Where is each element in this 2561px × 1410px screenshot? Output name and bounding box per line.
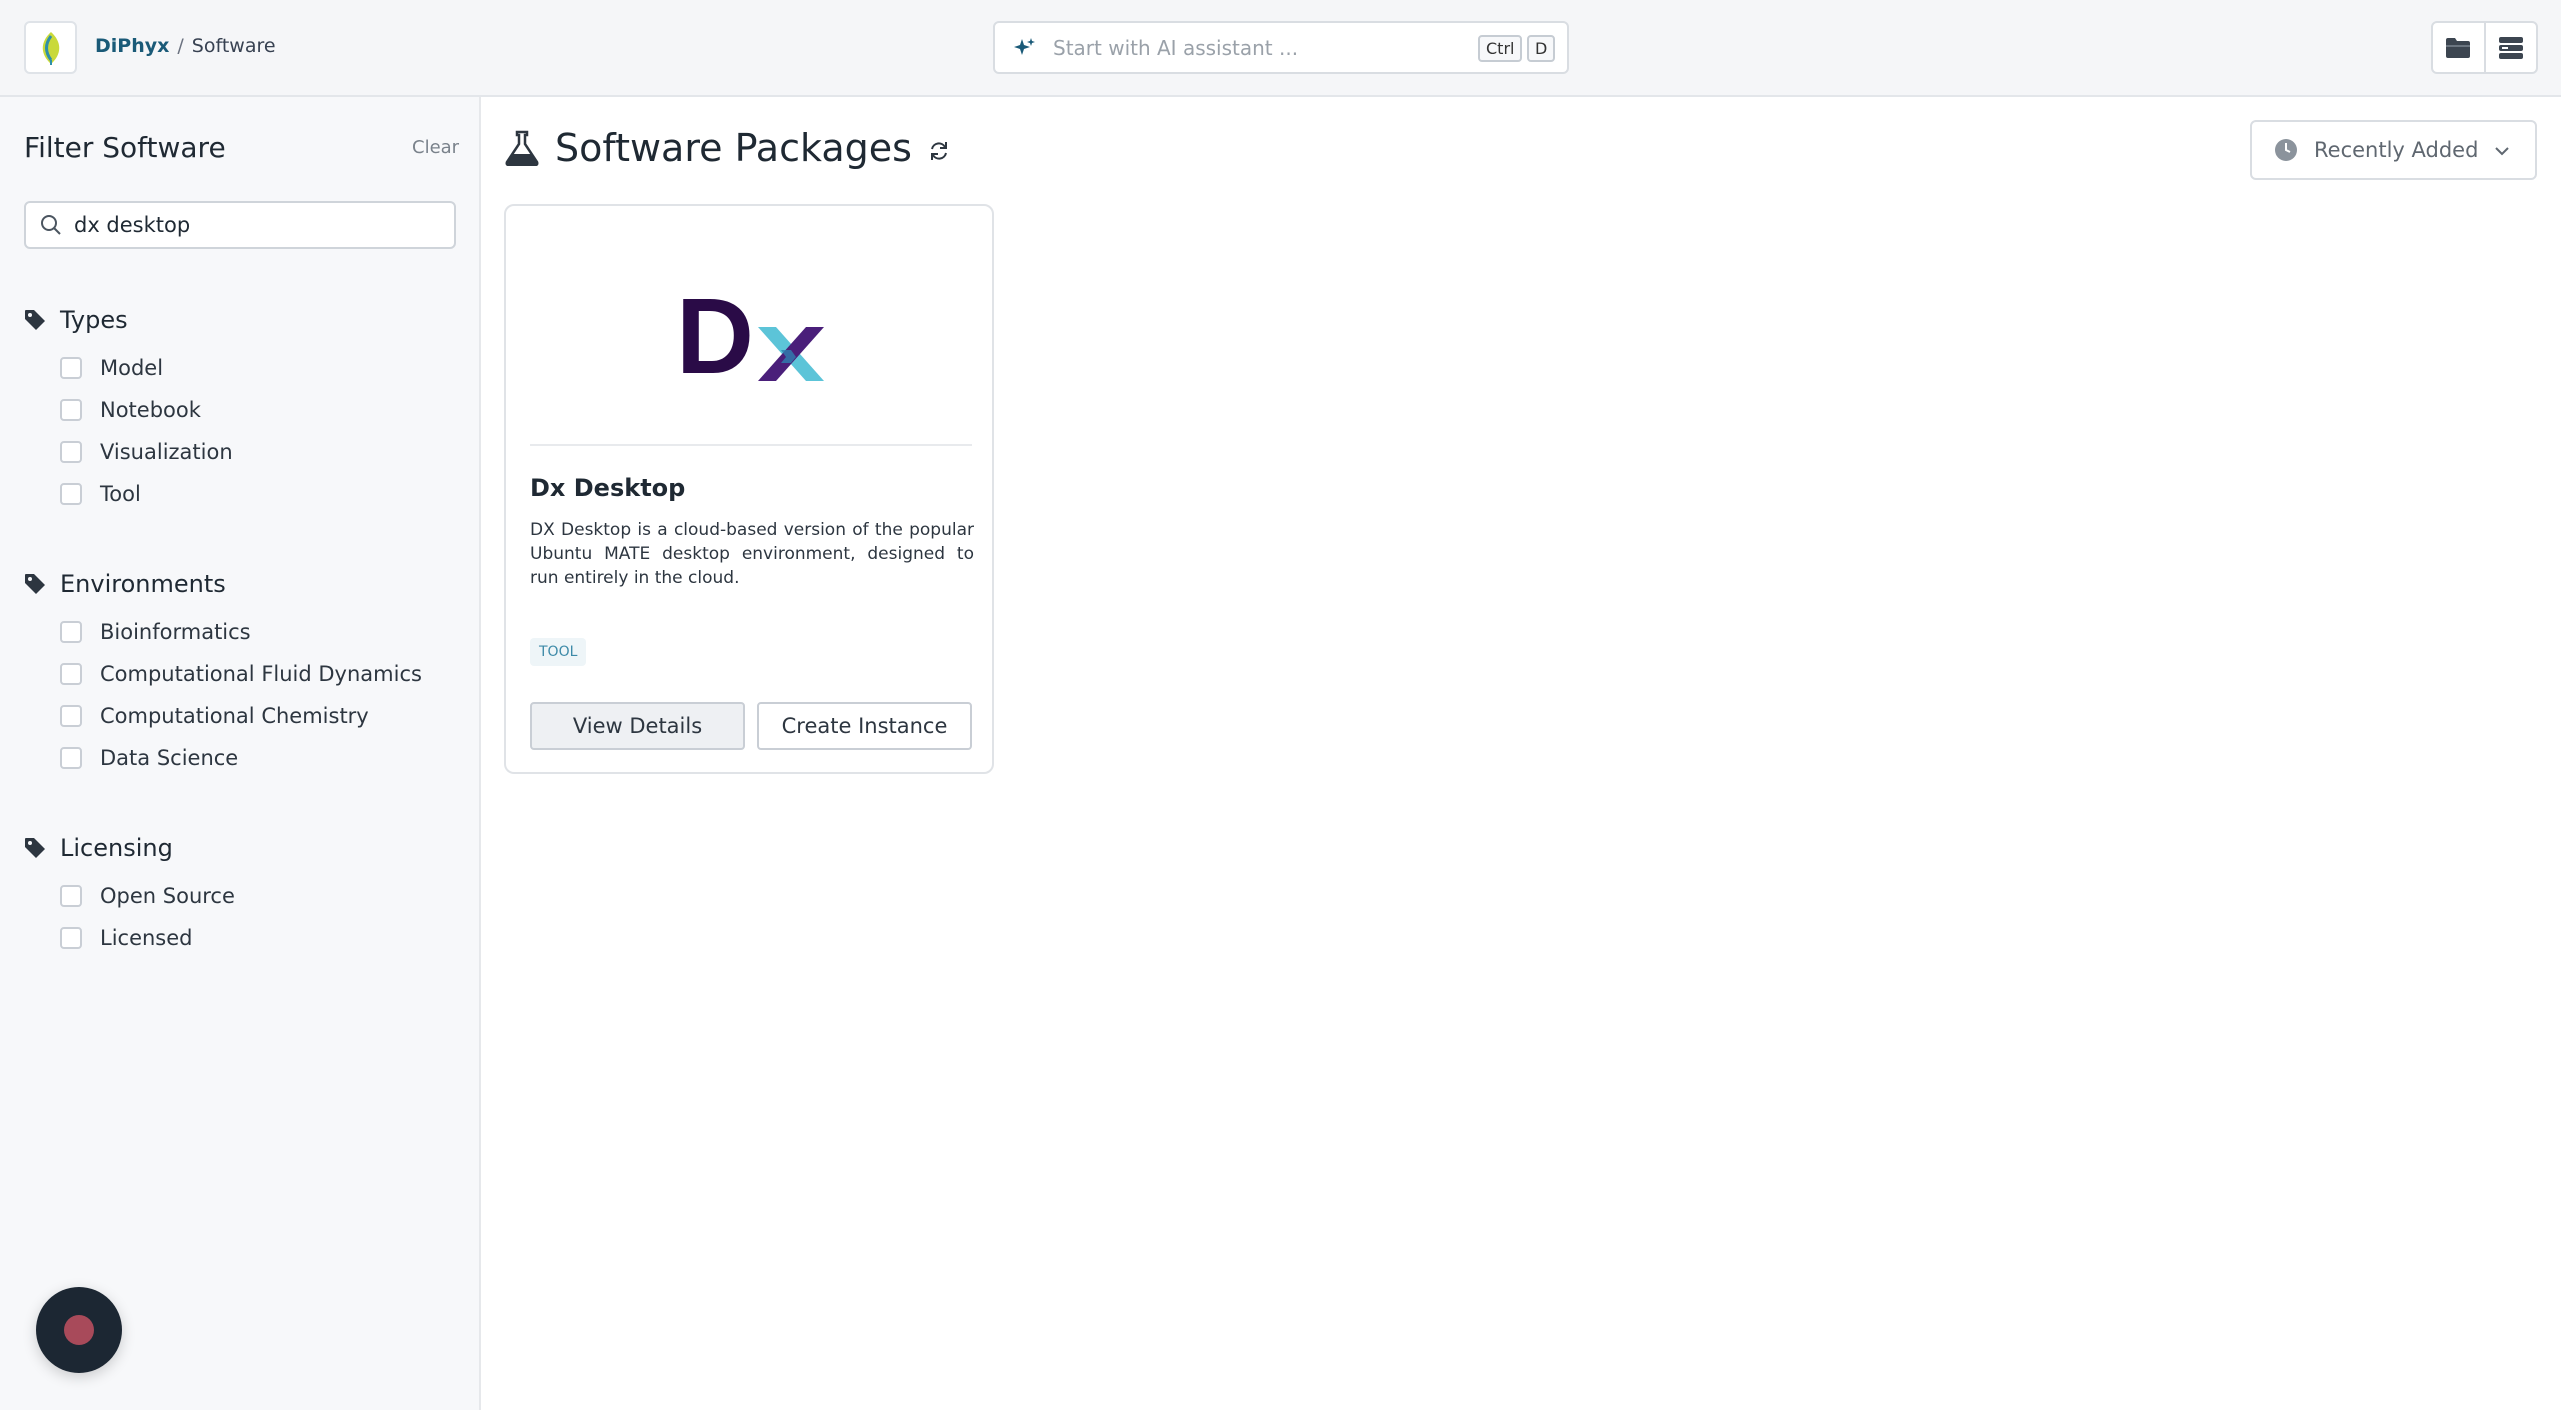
- page-header: Software Packages: [505, 126, 950, 170]
- filter-option-model[interactable]: Model: [60, 347, 233, 389]
- filter-option-tool[interactable]: Tool: [60, 473, 233, 515]
- card-description: DX Desktop is a cloud-based version of t…: [530, 520, 974, 588]
- filter-option-visualization[interactable]: Visualization: [60, 431, 233, 473]
- filter-option-data-science[interactable]: Data Science: [60, 737, 422, 779]
- page-title: Software Packages: [555, 126, 912, 170]
- option-label: Notebook: [100, 398, 201, 422]
- environments-label: Environments: [60, 570, 226, 598]
- option-label: Computational Fluid Dynamics: [100, 662, 422, 686]
- filter-option-licensed[interactable]: Licensed: [60, 917, 235, 959]
- header-actions: [2431, 21, 2538, 74]
- breadcrumb-current: Software: [191, 35, 276, 57]
- tag-icon: [25, 574, 45, 594]
- filter-sidebar: Filter Software Clear Types Model Notebo…: [0, 97, 481, 1410]
- option-label: Tool: [100, 482, 141, 506]
- chevron-down-icon: [2495, 147, 2509, 156]
- dx-logo: D: [676, 285, 824, 385]
- breadcrumb: DiPhyx / Software: [95, 35, 276, 57]
- option-label: Model: [100, 356, 164, 380]
- floating-action-button[interactable]: [36, 1287, 122, 1373]
- checkbox[interactable]: [60, 441, 82, 463]
- breadcrumb-root-link[interactable]: DiPhyx: [95, 35, 169, 57]
- shortcut-d-key: D: [1527, 35, 1556, 62]
- types-section: Types Model Notebook Visualization Tool: [24, 305, 233, 515]
- filter-option-computational-chemistry[interactable]: Computational Chemistry: [60, 695, 422, 737]
- refresh-icon[interactable]: [928, 140, 950, 162]
- clear-filters-link[interactable]: Clear: [412, 137, 459, 158]
- checkbox[interactable]: [60, 705, 82, 727]
- breadcrumb-separator: /: [177, 35, 184, 57]
- search-box[interactable]: [24, 201, 456, 249]
- licensing-header: Licensing: [24, 833, 235, 863]
- view-details-button[interactable]: View Details: [530, 702, 745, 750]
- option-label: Licensed: [100, 926, 193, 950]
- option-label: Data Science: [100, 746, 239, 770]
- tag-icon: [25, 838, 45, 858]
- shortcut-ctrl-key: Ctrl: [1478, 35, 1523, 62]
- checkbox[interactable]: [60, 927, 82, 949]
- tag-icon: [25, 310, 45, 330]
- filter-option-open-source[interactable]: Open Source: [60, 875, 235, 917]
- filter-option-notebook[interactable]: Notebook: [60, 389, 233, 431]
- record-dot-icon: [64, 1315, 94, 1345]
- checkbox[interactable]: [60, 483, 82, 505]
- app-logo[interactable]: [24, 21, 77, 74]
- ai-assistant-input[interactable]: [1053, 35, 1473, 60]
- filter-option-cfd[interactable]: Computational Fluid Dynamics: [60, 653, 422, 695]
- ai-assistant-bar[interactable]: Ctrl D: [993, 21, 1569, 74]
- leaf-logo-icon: [42, 31, 59, 65]
- search-icon: [41, 215, 61, 235]
- option-label: Visualization: [100, 440, 233, 464]
- folder-button[interactable]: [2433, 23, 2484, 72]
- search-input[interactable]: [74, 213, 444, 237]
- licensing-label: Licensing: [60, 834, 173, 862]
- environments-section: Environments Bioinformatics Computationa…: [24, 569, 422, 779]
- checkbox[interactable]: [60, 747, 82, 769]
- filter-option-bioinformatics[interactable]: Bioinformatics: [60, 611, 422, 653]
- option-label: Computational Chemistry: [100, 704, 369, 728]
- dx-logo-d: D: [676, 285, 754, 385]
- card-logo-area: D: [530, 226, 972, 446]
- checkbox[interactable]: [60, 399, 82, 421]
- software-card: D Dx Desktop DX Desktop is a cloud-based…: [504, 204, 994, 774]
- checkbox[interactable]: [60, 885, 82, 907]
- filter-title: Filter Software: [24, 131, 226, 164]
- types-label: Types: [60, 306, 128, 334]
- checkbox[interactable]: [60, 621, 82, 643]
- licensing-section: Licensing Open Source Licensed: [24, 833, 235, 959]
- clock-icon: [2275, 139, 2297, 161]
- folder-icon: [2446, 37, 2471, 58]
- create-instance-button[interactable]: Create Instance: [757, 702, 972, 750]
- storage-button[interactable]: [2483, 23, 2537, 72]
- option-label: Bioinformatics: [100, 620, 251, 644]
- sort-label: Recently Added: [2314, 138, 2479, 162]
- checkbox[interactable]: [60, 663, 82, 685]
- type-badge: TOOL: [530, 638, 587, 666]
- sort-dropdown[interactable]: Recently Added: [2250, 120, 2537, 180]
- types-header: Types: [24, 305, 233, 335]
- top-header: DiPhyx / Software Ctrl D: [0, 0, 2561, 97]
- option-label: Open Source: [100, 884, 235, 908]
- flask-icon: [505, 130, 539, 166]
- checkbox[interactable]: [60, 357, 82, 379]
- card-title[interactable]: Dx Desktop: [530, 474, 685, 502]
- sparkle-icon: [1014, 37, 1035, 55]
- storage-icon: [2498, 36, 2523, 59]
- environments-header: Environments: [24, 569, 422, 599]
